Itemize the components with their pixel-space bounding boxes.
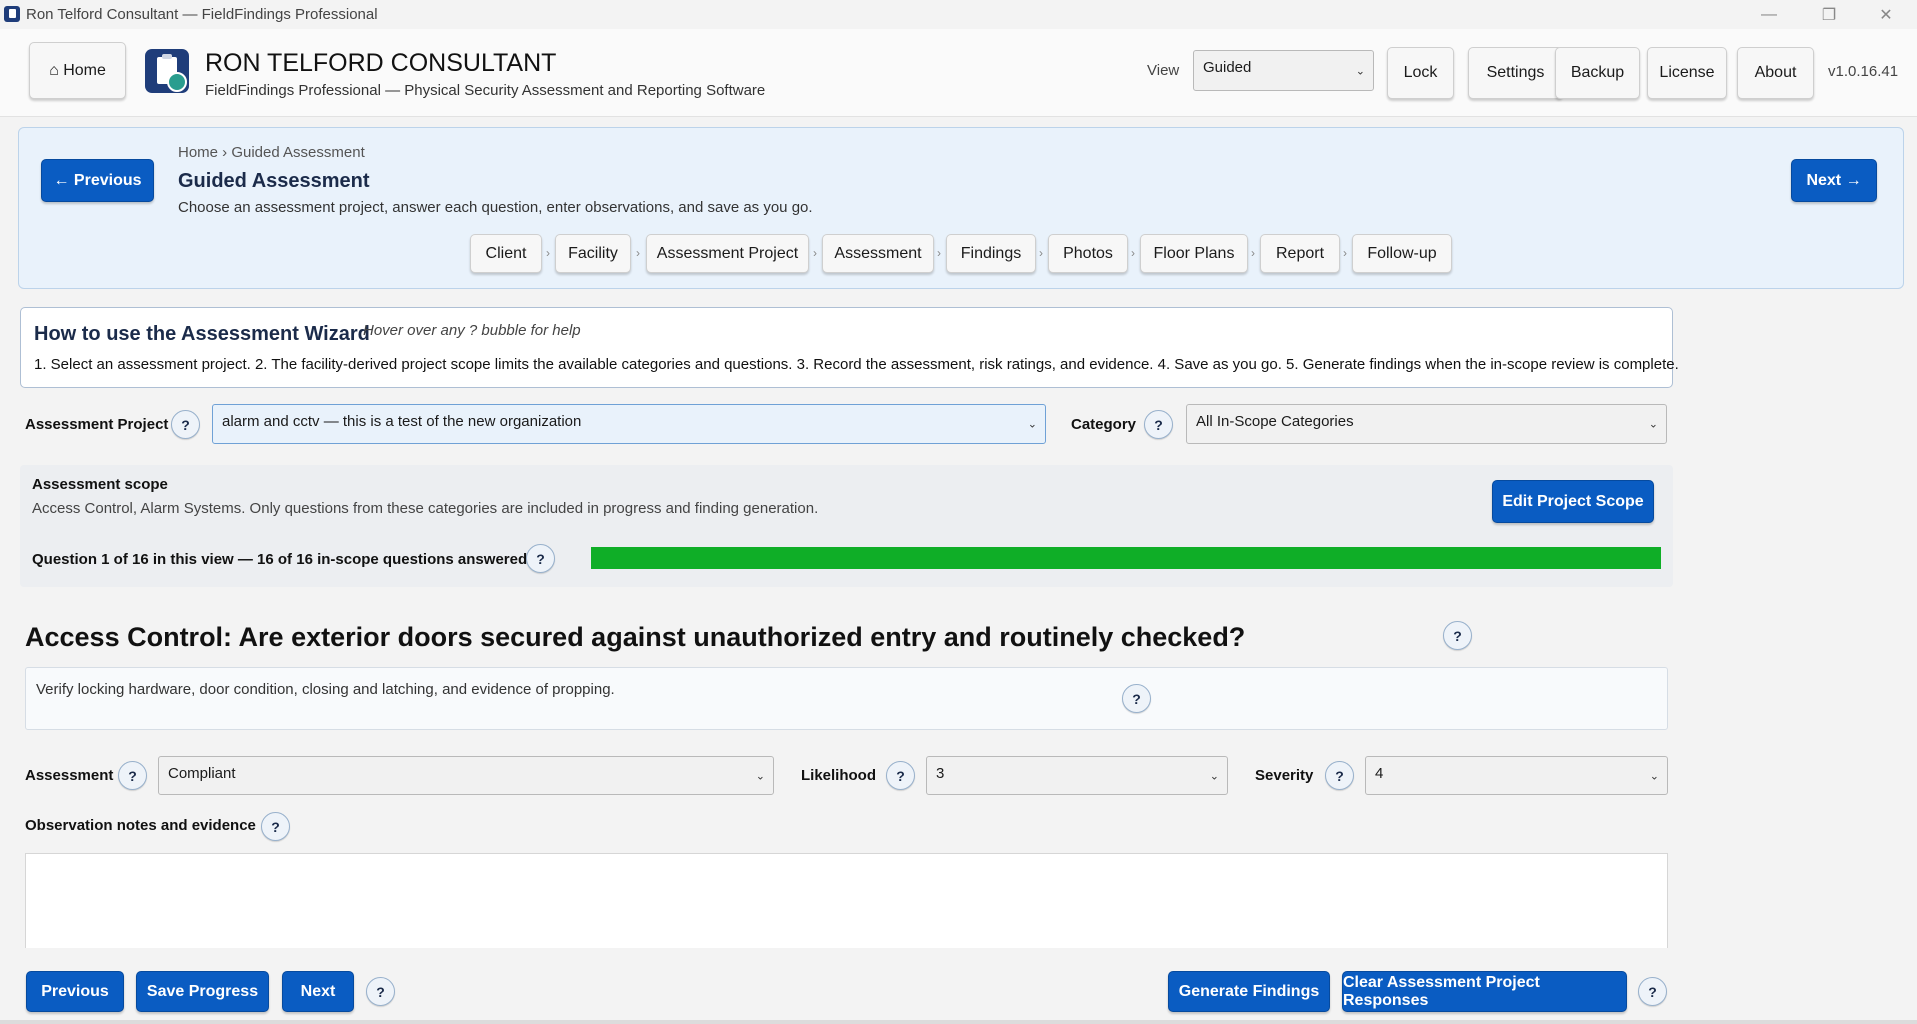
- step-findings[interactable]: Findings: [946, 234, 1036, 273]
- clear-responses-button[interactable]: Clear Assessment Project Responses: [1342, 971, 1627, 1012]
- step-assessment-project[interactable]: Assessment Project: [646, 234, 809, 273]
- minimize-button[interactable]: —: [1746, 2, 1792, 28]
- scope-description: Access Control, Alarm Systems. Only ques…: [32, 500, 819, 517]
- help-icon[interactable]: ?: [1122, 684, 1151, 713]
- wizard-next-button[interactable]: Next →: [1791, 159, 1877, 202]
- step-follow-up[interactable]: Follow-up: [1352, 234, 1452, 273]
- howto-title: How to use the Assessment Wizard: [34, 323, 370, 345]
- question-title: Access Control: Are exterior doors secur…: [25, 622, 1246, 652]
- step-separator: ›: [813, 246, 817, 260]
- settings-button[interactable]: Settings: [1468, 47, 1563, 99]
- chevron-down-icon: ⌄: [1209, 770, 1219, 782]
- app-subtitle: FieldFindings Professional — Physical Se…: [205, 82, 766, 99]
- assessment-value: Compliant: [168, 765, 236, 782]
- window-title: Ron Telford Consultant — FieldFindings P…: [26, 6, 378, 23]
- help-icon[interactable]: ?: [526, 544, 555, 573]
- progress-bar: [591, 547, 1661, 569]
- home-button[interactable]: ⌂ Home: [29, 42, 126, 99]
- howto-steps: 1. Select an assessment project. 2. The …: [34, 356, 1679, 373]
- step-separator: ›: [1343, 246, 1347, 260]
- step-separator: ›: [1251, 246, 1255, 260]
- step-separator: ›: [636, 246, 640, 260]
- restore-button[interactable]: ❐: [1806, 2, 1852, 28]
- close-button[interactable]: ✕: [1863, 2, 1909, 28]
- next-button[interactable]: Next: [282, 971, 354, 1012]
- step-separator: ›: [1039, 246, 1043, 260]
- license-button[interactable]: License: [1647, 47, 1727, 99]
- likelihood-value: 3: [936, 765, 945, 782]
- category-select[interactable]: All In-Scope Categories ⌄: [1186, 404, 1667, 444]
- wizard-previous-button[interactable]: ← Previous: [41, 159, 154, 202]
- edit-project-scope-button[interactable]: Edit Project Scope: [1492, 480, 1654, 523]
- category-value: All In-Scope Categories: [1196, 413, 1354, 430]
- severity-select[interactable]: 4 ⌄: [1365, 756, 1668, 795]
- question-guidance: Verify locking hardware, door condition,…: [36, 681, 615, 698]
- step-floor-plans[interactable]: Floor Plans: [1140, 234, 1248, 273]
- question-progress-text: Question 1 of 16 in this view — 16 of 16…: [32, 551, 528, 568]
- about-button[interactable]: About: [1737, 47, 1814, 99]
- view-select-value: Guided: [1203, 59, 1252, 76]
- view-select[interactable]: Guided ⌄: [1193, 50, 1374, 91]
- page-description: Choose an assessment project, answer eac…: [178, 199, 813, 216]
- view-label: View: [1147, 62, 1180, 79]
- chevron-down-icon: ⌄: [1648, 418, 1658, 431]
- help-icon[interactable]: ?: [1638, 977, 1667, 1006]
- previous-button[interactable]: Previous: [26, 971, 124, 1012]
- guidance-box: [25, 667, 1668, 730]
- generate-findings-button[interactable]: Generate Findings: [1168, 971, 1330, 1012]
- severity-label: Severity: [1255, 767, 1314, 784]
- howto-panel: [20, 307, 1673, 388]
- help-icon[interactable]: ?: [1443, 621, 1472, 650]
- assessment-project-value: alarm and cctv — this is a test of the n…: [222, 413, 582, 430]
- app-name: RON TELFORD CONSULTANT: [205, 49, 557, 77]
- step-assessment[interactable]: Assessment: [822, 234, 934, 273]
- step-separator: ›: [937, 246, 941, 260]
- assessment-project-label: Assessment Project: [25, 416, 169, 433]
- page-title: Guided Assessment: [178, 170, 370, 192]
- footer-divider: [0, 1020, 1917, 1024]
- assessment-project-select[interactable]: alarm and cctv — this is a test of the n…: [212, 404, 1046, 444]
- help-icon[interactable]: ?: [118, 761, 147, 790]
- progress-bar-fill: [591, 547, 1661, 569]
- step-photos[interactable]: Photos: [1048, 234, 1128, 273]
- assessment-label: Assessment: [25, 767, 114, 784]
- save-progress-button[interactable]: Save Progress: [136, 971, 269, 1012]
- category-label: Category: [1071, 416, 1137, 433]
- version-label: v1.0.16.41: [1828, 63, 1899, 80]
- backup-button[interactable]: Backup: [1555, 47, 1640, 99]
- likelihood-select[interactable]: 3 ⌄: [926, 756, 1228, 795]
- chevron-down-icon: ⌄: [755, 770, 765, 782]
- help-icon[interactable]: ?: [886, 761, 915, 790]
- lock-button[interactable]: Lock: [1387, 47, 1454, 99]
- chevron-down-icon: ⌄: [1355, 65, 1365, 77]
- breadcrumb: Home › Guided Assessment: [178, 144, 365, 161]
- step-separator: ›: [1131, 246, 1135, 260]
- likelihood-label: Likelihood: [801, 767, 876, 784]
- step-separator: ›: [546, 246, 550, 260]
- chevron-down-icon: ⌄: [1649, 770, 1659, 782]
- app-icon: [4, 6, 20, 22]
- observation-label: Observation notes and evidence: [25, 817, 256, 834]
- scope-title: Assessment scope: [32, 476, 168, 493]
- step-client[interactable]: Client: [470, 234, 542, 273]
- severity-value: 4: [1375, 765, 1384, 782]
- step-facility[interactable]: Facility: [555, 234, 631, 273]
- help-icon[interactable]: ?: [366, 977, 395, 1006]
- help-icon[interactable]: ?: [171, 410, 200, 439]
- help-icon[interactable]: ?: [261, 812, 290, 841]
- help-icon[interactable]: ?: [1144, 410, 1173, 439]
- clipboard-check-logo-icon: [145, 49, 189, 93]
- chevron-down-icon: ⌄: [1027, 418, 1037, 431]
- help-icon[interactable]: ?: [1325, 761, 1354, 790]
- howto-hint: Hover over any ? bubble for help: [363, 322, 581, 339]
- step-report[interactable]: Report: [1260, 234, 1340, 273]
- observation-textarea[interactable]: [25, 853, 1668, 948]
- assessment-select[interactable]: Compliant ⌄: [158, 756, 774, 795]
